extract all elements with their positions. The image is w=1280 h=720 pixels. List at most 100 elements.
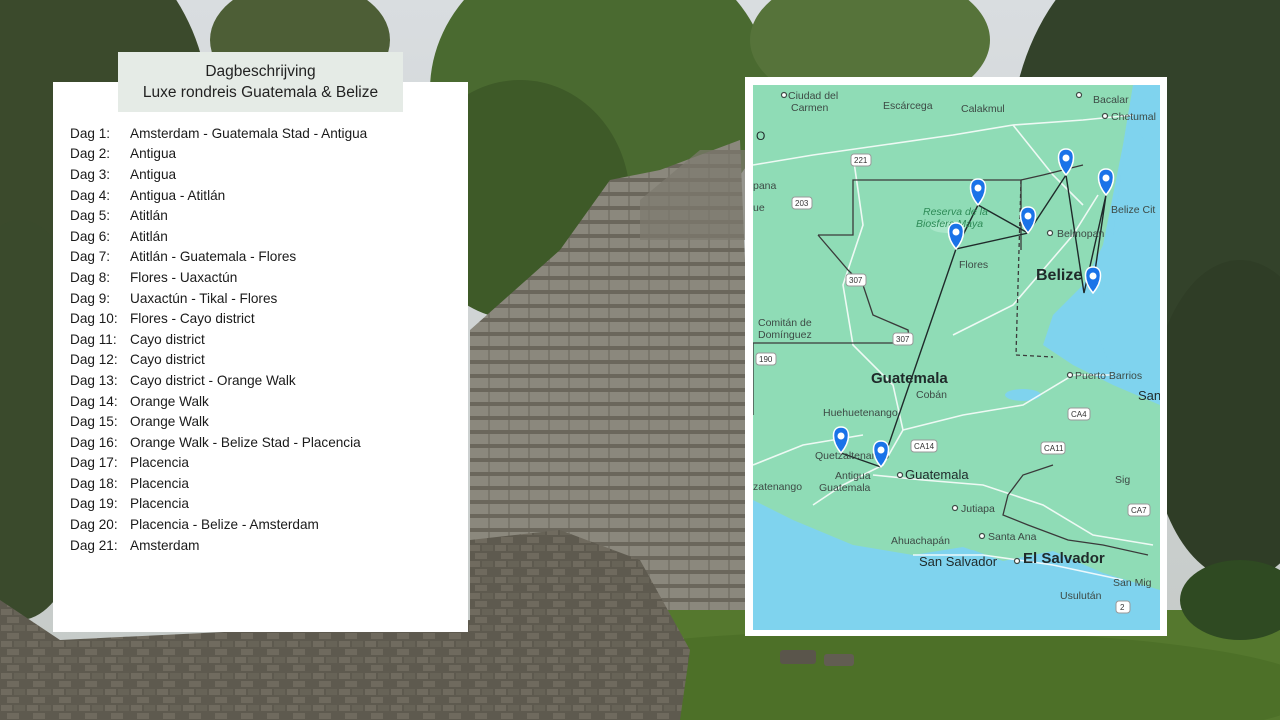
itinerary-row: Dag 5: Atitlán [70,205,460,226]
pin-flores-icon[interactable] [947,222,965,251]
route-text: Cayo district [130,352,205,368]
day-label: Dag 16: [70,434,118,450]
route-text: Orange Walk [130,393,209,409]
svg-text:pana: pana [753,180,777,192]
day-label: Dag 13: [70,372,118,388]
svg-text:San Mig: San Mig [1113,577,1152,589]
itinerary-row: Dag 10: Flores - Cayo district [70,308,460,329]
svg-text:Ahuachapán: Ahuachapán [891,535,950,547]
svg-text:203: 203 [795,199,809,208]
svg-text:Ciudad del: Ciudad del [788,90,838,102]
itinerary-list: Dag 1: Amsterdam - Guatemala Stad - Antig… [70,123,460,555]
route-text: Placencia [130,475,189,491]
day-label: Dag 15: [70,414,118,430]
itinerary-row: Dag 7: Atitlán - Guatemala - Flores [70,247,460,268]
svg-text:San Salvador: San Salvador [919,554,998,569]
day-label: Dag 10: [70,311,118,327]
svg-text:Comitán de: Comitán de [758,317,812,329]
day-label: Dag 8: [70,269,111,285]
day-label: Dag 21: [70,537,118,553]
svg-text:221: 221 [854,156,868,165]
svg-text:Santa Ana: Santa Ana [988,531,1037,543]
svg-text:Jutiapa: Jutiapa [961,503,995,515]
route-text: Cayo district [130,331,205,347]
svg-text:Cobán: Cobán [916,389,947,401]
itinerary-row: Dag 21: Amsterdam [70,535,460,556]
svg-text:Calakmul: Calakmul [961,103,1005,115]
itinerary-row: Dag 11: Cayo district [70,329,460,350]
svg-text:Guatemala: Guatemala [819,482,871,494]
route-text: Antigua [130,146,177,162]
itinerary-row: Dag 9: Uaxactún - Tikal - Flores [70,288,460,309]
day-label: Dag 11: [70,331,117,347]
svg-text:El Salvador: El Salvador [1023,550,1105,567]
route-text: Atitlán [130,208,168,224]
svg-text:San P: San P [1138,388,1160,403]
svg-text:Guatemala: Guatemala [871,370,948,387]
svg-text:CA11: CA11 [1044,444,1064,453]
svg-text:Escárcega: Escárcega [883,100,933,112]
svg-text:307: 307 [849,276,863,285]
day-label: Dag 4: [70,187,111,203]
title-line-1: Dagbeschrijving [205,63,316,80]
svg-text:CA4: CA4 [1071,410,1087,419]
svg-text:Antigua: Antigua [835,470,871,482]
svg-text:Bacalar: Bacalar [1093,94,1129,106]
route-text: Placencia [130,455,189,471]
day-label: Dag 5: [70,208,111,224]
pin-cayo-icon[interactable] [1019,206,1037,235]
day-label: Dag 19: [70,496,118,512]
route-text: Antigua [130,166,177,182]
itinerary-row: Dag 13: Cayo district - Orange Walk [70,370,460,391]
svg-text:Huehuetenango: Huehuetenango [823,407,898,419]
route-text: Uaxactún - Tikal - Flores [130,290,278,306]
svg-text:307: 307 [896,335,910,344]
day-label: Dag 6: [70,228,111,244]
svg-text:Flores: Flores [959,259,988,271]
day-label: Dag 1: [70,125,111,141]
itinerary-row: Dag 1: Amsterdam - Guatemala Stad - Antig… [70,123,460,144]
day-label: Dag 9: [70,290,111,306]
itinerary-row: Dag 16: Orange Walk - Belize Stad - Place… [70,432,460,453]
itinerary-row: Dag 12: Cayo district [70,350,460,371]
svg-text:Usulután: Usulután [1060,590,1102,602]
day-label: Dag 18: [70,475,118,491]
svg-text:Sig: Sig [1115,474,1130,486]
pin-belize-city-icon[interactable] [1097,168,1115,197]
route-text: Flores - Uaxactún [130,269,238,285]
day-label: Dag 14: [70,393,118,409]
svg-text:Belize Cit: Belize Cit [1111,204,1155,216]
pin-uaxactun-icon[interactable] [969,178,987,207]
itinerary-row: Dag 4: Antigua - Atitlán [70,185,460,206]
lake-izabal [1005,389,1041,401]
itinerary-row: Dag 2: Antigua [70,144,460,165]
route-text: Orange Walk [130,414,209,430]
svg-text:Domínguez: Domínguez [758,329,812,341]
itinerary-row: Dag 3: Antigua [70,164,460,185]
title-line-2: Luxe rondreis Guatemala & Belize [142,84,379,101]
svg-text:ue: ue [753,202,765,214]
svg-text:CA7: CA7 [1131,506,1147,515]
itinerary-row: Dag 20: Placencia - Belize - Amsterdam [70,514,460,535]
itinerary-row: Dag 8: Flores - Uaxactún [70,267,460,288]
itinerary-row: Dag 6: Atitlán [70,226,460,247]
itinerary-row: Dag 14: Orange Walk [70,391,460,412]
route-text: Placencia - Belize - Amsterdam [130,517,319,533]
route-text: Atitlán [130,228,168,244]
svg-text:Carmen: Carmen [791,102,829,114]
route-text: Cayo district - Orange Walk [130,372,296,388]
day-label: Dag 7: [70,249,111,265]
itinerary-row: Dag 18: Placencia [70,473,460,494]
svg-text:190: 190 [759,355,773,364]
svg-text:Belmopan: Belmopan [1057,228,1104,240]
day-label: Dag 3: [70,166,111,182]
svg-text:CA14: CA14 [914,442,935,451]
route-text: Antigua - Atitlán [130,187,226,203]
day-label: Dag 2: [70,146,111,162]
route-text: Atitlán - Guatemala - Flores [130,249,297,265]
itinerary-row: Dag 17: Placencia [70,453,460,474]
svg-text:Puerto Barrios: Puerto Barrios [1075,370,1142,382]
pin-antigua-icon[interactable] [872,440,890,469]
route-text: Orange Walk - Belize Stad - Placencia [130,434,361,450]
page-title: Dagbeschrijving Luxe rondreis Guatemala … [118,52,403,112]
